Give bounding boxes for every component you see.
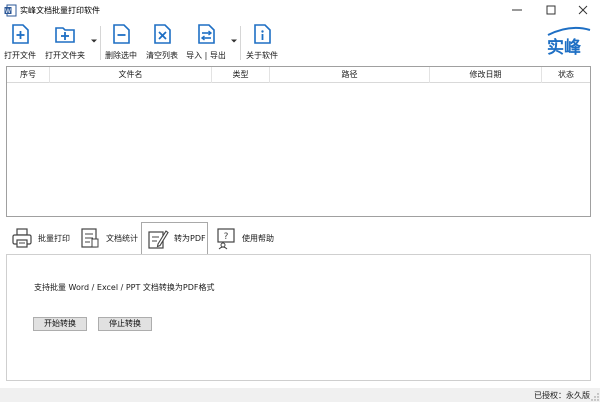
chevron-down-icon[interactable] <box>91 38 97 44</box>
logo-text: 实峰 <box>547 37 582 58</box>
folder-add-icon <box>55 27 75 43</box>
column-header-index[interactable]: 序号 <box>7 67 50 83</box>
svg-text:W: W <box>5 8 11 15</box>
table-header: 序号 文件名 类型 路径 修改日期 状态 <box>7 67 590 83</box>
status-bar: 已授权：永久版 <box>0 388 600 402</box>
minimize-icon <box>512 9 522 11</box>
clear-list-label: 清空列表 <box>146 51 178 60</box>
delete-selected-icon <box>113 24 130 44</box>
about-icon <box>254 24 271 44</box>
pdf-convert-icon <box>148 229 169 249</box>
column-header-modified-date[interactable]: 修改日期 <box>430 67 542 83</box>
column-header-path[interactable]: 路径 <box>270 67 430 83</box>
document-stats-icon <box>81 228 99 248</box>
help-icon: ? <box>217 228 235 250</box>
tab-document-stats[interactable]: 文档统计 <box>74 222 140 254</box>
app-icon: W <box>4 4 17 17</box>
column-header-status[interactable]: 状态 <box>542 67 590 83</box>
svg-text:?: ? <box>224 232 229 242</box>
column-header-filename[interactable]: 文件名 <box>50 67 212 83</box>
window-title: 实峰文档批量打印软件 <box>20 6 100 15</box>
toolbar-separator <box>240 26 241 60</box>
chevron-down-icon[interactable] <box>231 38 237 44</box>
open-file-label: 打开文件 <box>4 51 36 60</box>
tab-batch-print[interactable]: 批量打印 <box>6 222 72 254</box>
delete-selected-button[interactable]: 删除选中 <box>103 22 139 64</box>
clear-list-button[interactable]: 清空列表 <box>143 22 181 64</box>
license-status: 已授权：永久版 <box>534 391 590 400</box>
column-header-type[interactable]: 类型 <box>212 67 270 83</box>
import-export-label: 导入 | 导出 <box>186 51 226 60</box>
import-export-button[interactable]: 导入 | 导出 <box>183 22 229 64</box>
tab-convert-pdf[interactable]: 转为PDF <box>141 222 208 255</box>
file-add-icon <box>12 24 29 44</box>
file-list-table[interactable]: 序号 文件名 类型 路径 修改日期 状态 <box>6 66 591 217</box>
toolbar: 打开文件 打开文件夹 删除选中 清空列表 导入 | 导出 关于软件 实峰 <box>0 22 600 64</box>
close-button[interactable] <box>566 0 600 20</box>
resize-grip-icon[interactable] <box>591 393 599 401</box>
printer-icon <box>12 228 32 248</box>
title-bar: W 实峰文档批量打印软件 <box>0 0 600 22</box>
open-folder-label: 打开文件夹 <box>45 51 85 60</box>
maximize-icon <box>546 5 556 15</box>
about-label: 关于软件 <box>246 51 278 60</box>
clear-list-icon <box>154 24 171 44</box>
maximize-button[interactable] <box>534 0 568 20</box>
tab-label: 文档统计 <box>106 233 138 243</box>
function-tabs: 批量打印 文档统计 转为PDF ? 使用帮助 <box>6 222 591 255</box>
tab-help[interactable]: ? 使用帮助 <box>210 222 276 254</box>
toolbar-separator <box>100 26 101 60</box>
about-button[interactable]: 关于软件 <box>243 22 281 64</box>
import-export-icon <box>198 24 215 44</box>
open-file-button[interactable]: 打开文件 <box>2 22 38 64</box>
stop-convert-button[interactable]: 停止转换 <box>98 317 152 331</box>
convert-pdf-panel: 支持批量 Word / Excel / PPT 文档转换为PDF格式 开始转换 … <box>6 254 591 381</box>
start-convert-button[interactable]: 开始转换 <box>33 317 87 331</box>
minimize-button[interactable] <box>500 0 534 20</box>
tab-label: 转为PDF <box>174 234 206 243</box>
close-icon <box>578 5 588 15</box>
open-folder-button[interactable]: 打开文件夹 <box>41 22 89 64</box>
brand-logo: 实峰 <box>547 26 591 58</box>
tab-label: 批量打印 <box>38 233 70 243</box>
delete-selected-label: 删除选中 <box>105 51 137 60</box>
tab-label: 使用帮助 <box>242 233 274 243</box>
panel-description: 支持批量 Word / Excel / PPT 文档转换为PDF格式 <box>34 283 215 292</box>
